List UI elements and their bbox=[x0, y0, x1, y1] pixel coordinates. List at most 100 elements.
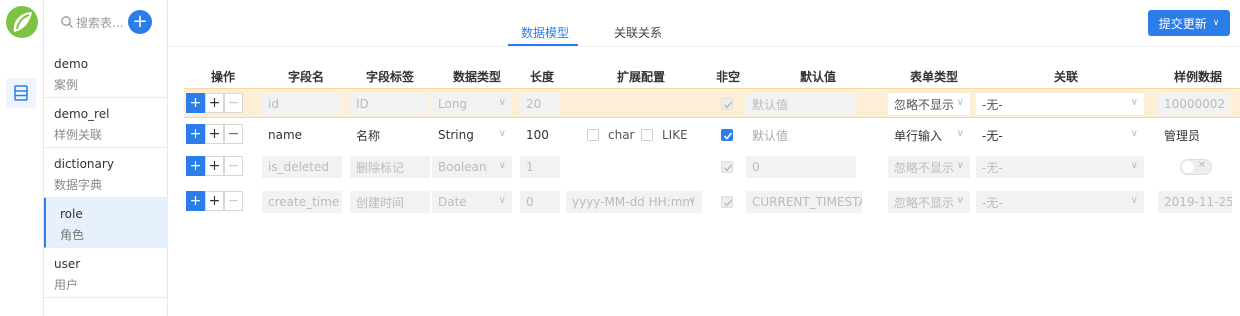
form-type-value: 单行输入 bbox=[894, 128, 943, 143]
model-search-input[interactable]: 搜索表... bbox=[60, 14, 124, 30]
notnull-checkbox[interactable] bbox=[721, 161, 733, 173]
col-header-ext: 扩展配置 bbox=[617, 70, 666, 84]
ext-like-checkbox[interactable] bbox=[641, 129, 653, 141]
data-type-value: Date bbox=[438, 195, 467, 209]
field-label-input[interactable]: 创建时间 bbox=[350, 191, 430, 213]
field-name-input[interactable]: is_deleted bbox=[262, 156, 342, 178]
chevron-down-icon: ∨ bbox=[956, 160, 964, 171]
form-type-value: 忽略不显示 bbox=[894, 195, 955, 210]
col-header-notnull: 非空 bbox=[716, 70, 741, 84]
insert-before-button[interactable]: + bbox=[186, 191, 205, 211]
insert-after-button[interactable]: + bbox=[205, 191, 224, 211]
relation-value: -无- bbox=[982, 128, 1003, 143]
form-type-value: 忽略不显示 bbox=[894, 160, 955, 175]
ext-char-checkbox[interactable] bbox=[587, 129, 599, 141]
sample-data-input[interactable]: 10000002 bbox=[1158, 93, 1230, 115]
length-input[interactable]: 1 bbox=[520, 156, 560, 178]
model-cname: 角色 bbox=[60, 228, 85, 242]
chevron-down-icon: ∨ bbox=[1130, 160, 1138, 171]
relation-select[interactable]: -无- ∨ bbox=[976, 156, 1144, 178]
length-input[interactable]: 0 bbox=[520, 191, 560, 213]
remove-row-button[interactable]: − bbox=[224, 124, 243, 144]
sample-data-toggle[interactable]: ✕ bbox=[1180, 159, 1212, 175]
row-ops: + + − bbox=[186, 93, 243, 115]
tab-data-model[interactable]: 数据模型 bbox=[521, 24, 569, 41]
data-type-value: Long bbox=[438, 97, 468, 111]
sample-data-input[interactable]: 管理员 bbox=[1158, 124, 1230, 146]
field-label-input[interactable]: 名称 bbox=[350, 124, 430, 146]
insert-after-button[interactable]: + bbox=[205, 93, 224, 113]
model-name: user bbox=[54, 257, 81, 271]
default-value-input[interactable]: CURRENT_TIMESTAMP bbox=[746, 191, 862, 213]
model-name: role bbox=[60, 207, 83, 221]
form-type-select[interactable]: 忽略不显示 ∨ bbox=[888, 156, 970, 178]
field-name-input[interactable]: id bbox=[262, 93, 342, 115]
close-icon: ✕ bbox=[1197, 160, 1206, 171]
insert-before-button[interactable]: + bbox=[186, 124, 205, 144]
relation-select[interactable]: -无- ∨ bbox=[976, 93, 1144, 115]
toggle-knob bbox=[1182, 161, 1194, 173]
relation-select[interactable]: -无- ∨ bbox=[976, 191, 1144, 213]
notnull-checkbox[interactable] bbox=[721, 196, 733, 208]
model-item-role[interactable]: role 角色 bbox=[44, 198, 168, 248]
model-list-nav-button[interactable] bbox=[6, 78, 36, 108]
add-model-button[interactable]: + bbox=[128, 10, 152, 34]
relation-value: -无- bbox=[982, 160, 1003, 175]
form-type-value: 忽略不显示 bbox=[894, 97, 955, 112]
default-value-input[interactable]: 默认值 bbox=[746, 93, 856, 115]
insert-after-button[interactable]: + bbox=[205, 156, 224, 176]
data-type-select[interactable]: Date ∨ bbox=[432, 191, 512, 213]
col-header-label: 字段标签 bbox=[366, 70, 415, 84]
default-value-input[interactable]: 0 bbox=[746, 156, 856, 178]
field-label-input[interactable]: 删除标记 bbox=[350, 156, 430, 178]
col-header-length: 长度 bbox=[530, 70, 555, 84]
database-icon bbox=[14, 85, 28, 101]
tab-relations[interactable]: 关联关系 bbox=[614, 24, 662, 41]
model-name: demo_rel bbox=[54, 107, 110, 121]
data-type-select[interactable]: Boolean ∨ bbox=[432, 156, 512, 178]
remove-row-button[interactable]: − bbox=[224, 156, 243, 176]
model-name: demo bbox=[54, 57, 89, 71]
left-rail bbox=[0, 0, 44, 316]
model-item-demo[interactable]: demo 案例 bbox=[44, 48, 168, 98]
model-item-demo-rel[interactable]: demo_rel 样例关联 bbox=[44, 98, 168, 148]
table-row: + + − create_time 创建时间 Date ∨ 0 yyyy-MM-d… bbox=[184, 187, 1240, 217]
form-type-select[interactable]: 忽略不显示 ∨ bbox=[888, 191, 970, 213]
insert-after-button[interactable]: + bbox=[205, 124, 224, 144]
model-item-user[interactable]: user 用户 bbox=[44, 248, 168, 298]
model-item-dictionary[interactable]: dictionary 数据字典 bbox=[44, 148, 168, 198]
field-name-input[interactable]: name bbox=[262, 124, 342, 146]
notnull-checkbox[interactable] bbox=[721, 98, 733, 110]
length-input[interactable]: 100 bbox=[520, 124, 560, 146]
table-row: + + − is_deleted 删除标记 Boolean ∨ 1 0 忽略不显示… bbox=[184, 152, 1240, 182]
row-ops: + + − bbox=[186, 156, 243, 178]
notnull-checkbox[interactable] bbox=[721, 129, 733, 141]
ext-format-select[interactable]: yyyy-MM-dd HH:mm ∨ bbox=[566, 191, 702, 213]
length-input[interactable]: 20 bbox=[520, 93, 560, 115]
chevron-down-icon: ∨ bbox=[498, 97, 506, 108]
col-header-form: 表单类型 bbox=[910, 70, 959, 84]
form-type-select[interactable]: 忽略不显示 ∨ bbox=[888, 93, 970, 115]
relation-select[interactable]: -无- ∨ bbox=[976, 124, 1144, 146]
remove-row-button[interactable]: − bbox=[224, 93, 243, 113]
default-value-input[interactable]: 默认值 bbox=[746, 124, 856, 146]
col-header-rel: 关联 bbox=[1054, 70, 1079, 84]
data-type-value: String bbox=[438, 128, 474, 142]
remove-row-button[interactable]: − bbox=[224, 191, 243, 211]
search-placeholder: 搜索表... bbox=[76, 15, 124, 30]
row-ops: + + − bbox=[186, 191, 243, 213]
insert-before-button[interactable]: + bbox=[186, 93, 205, 113]
insert-before-button[interactable]: + bbox=[186, 156, 205, 176]
data-type-select[interactable]: String ∨ bbox=[432, 124, 512, 146]
submit-update-button[interactable]: 提交更新 ∨ bbox=[1148, 10, 1230, 36]
check-icon bbox=[723, 132, 733, 140]
form-type-select[interactable]: 单行输入 ∨ bbox=[888, 124, 970, 146]
field-label-input[interactable]: ID bbox=[350, 93, 430, 115]
submit-label: 提交更新 bbox=[1158, 16, 1207, 31]
sample-data-input[interactable]: 2019-11-25 ... bbox=[1158, 191, 1232, 213]
add-model-label: + bbox=[132, 11, 148, 32]
chevron-down-icon: ∨ bbox=[956, 128, 964, 139]
field-name-input[interactable]: create_time bbox=[262, 191, 342, 213]
check-icon bbox=[723, 199, 733, 207]
data-type-select[interactable]: Long ∨ bbox=[432, 93, 512, 115]
